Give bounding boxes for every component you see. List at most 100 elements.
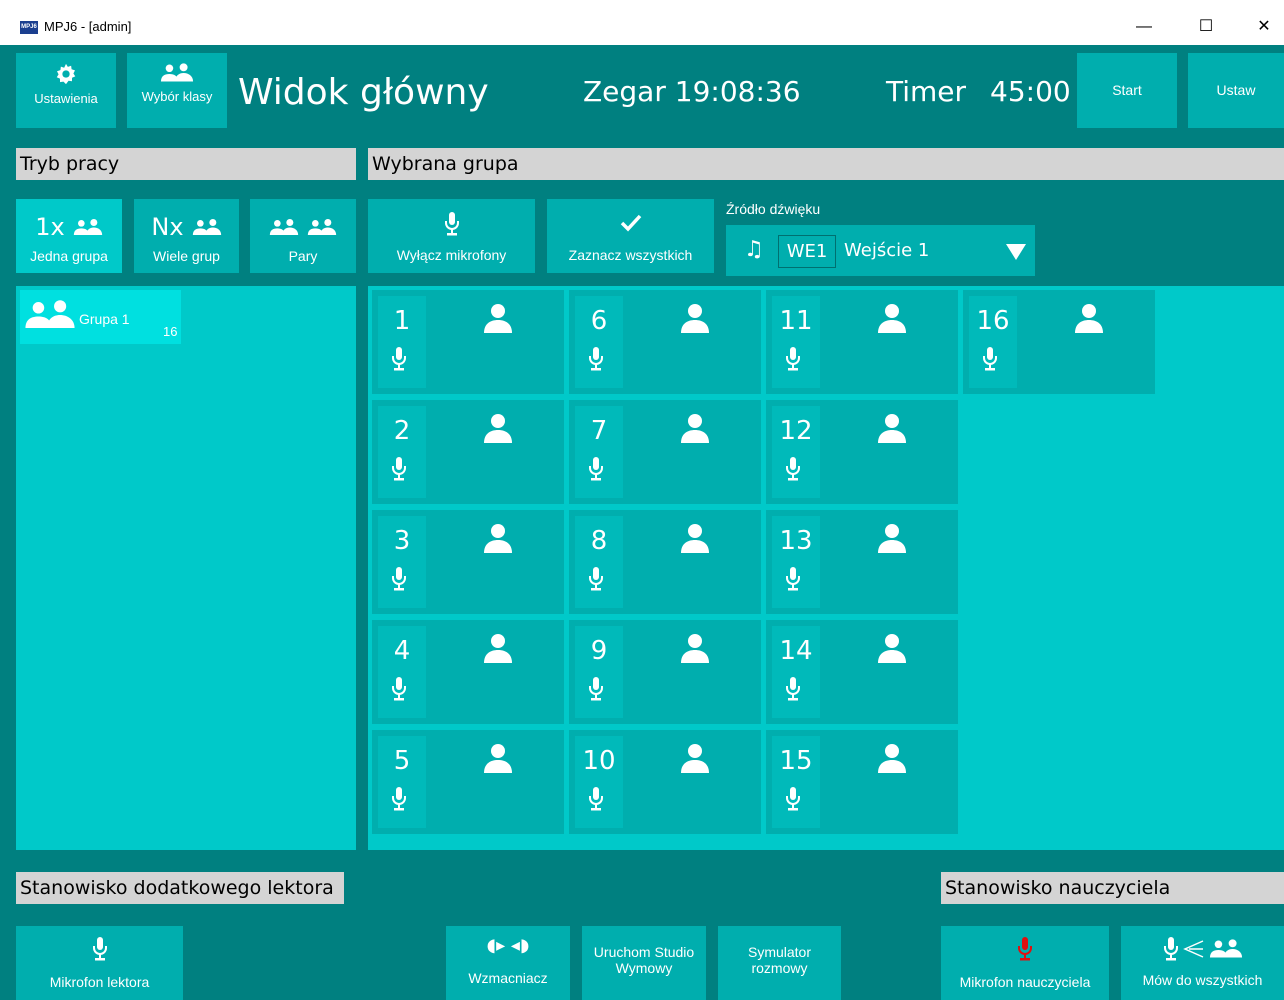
window-titlebar: MPJ6 MPJ6 - [admin] — ☐ ✕ [0, 0, 1284, 45]
mode-multi-group-button[interactable]: Nx Wiele grup [134, 199, 239, 273]
person-icon [679, 742, 711, 774]
student-cell[interactable]: 12 [766, 400, 958, 504]
minimize-button[interactable]: — [1124, 12, 1164, 42]
conversation-simulator-button[interactable]: Symulator rozmowy [718, 926, 841, 1000]
student-cell[interactable]: 6 [569, 290, 761, 394]
person-icon [482, 412, 514, 444]
microphone-icon [588, 456, 604, 482]
mode-prefix: Nx [151, 213, 184, 241]
student-cell[interactable]: 15 [766, 730, 958, 834]
person-icon [876, 742, 908, 774]
microphone-icon [785, 456, 801, 482]
teacher-mic-label: Mikrofon nauczyciela [959, 974, 1091, 990]
close-button[interactable]: ✕ [1244, 12, 1284, 42]
lector-microphone-button[interactable]: Mikrofon lektora [16, 926, 183, 1000]
student-cell[interactable]: 3 [372, 510, 564, 614]
student-grid-panel: 1 2 3 4 5 6 7 8 9 10 11 12 13 14 15 16 [368, 286, 1284, 850]
microphone-icon [444, 211, 460, 237]
run-studio-button[interactable]: Uruchom Studio Wymowy [582, 926, 706, 1000]
student-number: 3 [393, 526, 411, 556]
group-section-header: Wybrana grupa [368, 148, 1284, 180]
teacher-microphone-button[interactable]: Mikrofon nauczyciela [941, 926, 1109, 1000]
users-icon [192, 219, 222, 236]
person-icon [482, 522, 514, 554]
student-number-box: 6 [575, 296, 623, 388]
student-cell[interactable]: 14 [766, 620, 958, 724]
group-list-panel: Grupa 1 16 [16, 286, 356, 850]
class-select-button[interactable]: Wybór klasy [127, 53, 227, 128]
student-cell[interactable]: 1 [372, 290, 564, 394]
mode-pairs-button[interactable]: Pary [250, 199, 356, 273]
student-number-box: 9 [575, 626, 623, 718]
person-icon [679, 632, 711, 664]
set-button[interactable]: Ustaw [1188, 53, 1284, 128]
microphone-icon [391, 566, 407, 592]
microphone-icon [785, 676, 801, 702]
sound-source-code: WE1 [778, 235, 836, 268]
student-number: 1 [393, 306, 411, 336]
mute-microphones-button[interactable]: Wyłącz mikrofony [368, 199, 535, 273]
mute-label: Wyłącz mikrofony [396, 247, 507, 263]
person-icon [482, 302, 514, 334]
microphone-icon [391, 346, 407, 372]
person-icon [876, 632, 908, 664]
maximize-button[interactable]: ☐ [1186, 12, 1226, 42]
users-icon [307, 219, 337, 236]
microphone-icon-red [1018, 937, 1032, 961]
student-number: 4 [393, 636, 411, 666]
person-icon [1073, 302, 1105, 334]
group-name: Grupa 1 [79, 311, 130, 327]
student-cell[interactable]: 16 [963, 290, 1155, 394]
student-number-box: 8 [575, 516, 623, 608]
microphone-icon [588, 566, 604, 592]
person-icon [876, 522, 908, 554]
student-number-box: 7 [575, 406, 623, 498]
student-cell[interactable]: 9 [569, 620, 761, 724]
student-cell[interactable]: 10 [569, 730, 761, 834]
microphone-icon [391, 456, 407, 482]
gear-icon [56, 63, 76, 85]
mode-label: Wiele grup [153, 248, 220, 264]
student-number-box: 14 [772, 626, 820, 718]
student-number: 9 [590, 636, 608, 666]
sound-source-label: Źródło dźwięku [726, 201, 821, 217]
student-cell[interactable]: 7 [569, 400, 761, 504]
student-cell[interactable]: 5 [372, 730, 564, 834]
group-item[interactable]: Grupa 1 16 [20, 290, 181, 344]
checkmark-icon [620, 214, 641, 232]
microphone-icon [391, 786, 407, 812]
speak-to-all-button[interactable]: Mów do wszystkich [1121, 926, 1284, 1000]
student-number-box: 11 [772, 296, 820, 388]
microphone-icon [588, 676, 604, 702]
amplifier-button[interactable]: ◖▸ ◂◗ Wzmacniacz [446, 926, 570, 1000]
student-number: 7 [590, 416, 608, 446]
person-icon [679, 522, 711, 554]
student-cell[interactable]: 13 [766, 510, 958, 614]
mode-label: Pary [288, 248, 318, 264]
window-title: MPJ6 - [admin] [44, 19, 132, 34]
student-cell[interactable]: 2 [372, 400, 564, 504]
student-cell[interactable]: 11 [766, 290, 958, 394]
student-cell[interactable]: 4 [372, 620, 564, 724]
run-studio-label: Uruchom Studio Wymowy [593, 944, 695, 976]
settings-button[interactable]: Ustawienia [16, 53, 116, 128]
page-title: Widok główny [238, 72, 489, 113]
mode-single-group-button[interactable]: 1x Jedna grupa [16, 199, 122, 273]
student-number: 6 [590, 306, 608, 336]
student-number: 10 [582, 746, 616, 776]
users-icon [269, 219, 299, 236]
start-button[interactable]: Start [1077, 53, 1177, 128]
student-cell[interactable]: 8 [569, 510, 761, 614]
broadcast-icon [1182, 940, 1203, 958]
student-number: 15 [779, 746, 813, 776]
student-number: 13 [779, 526, 813, 556]
student-number-box: 10 [575, 736, 623, 828]
timer-label: Timer [886, 75, 967, 108]
student-number-box: 15 [772, 736, 820, 828]
speaker-icon: ◖▸ ◂◗ [486, 935, 530, 956]
person-icon [679, 412, 711, 444]
microphone-icon [391, 676, 407, 702]
sound-source-select[interactable]: ♫ WE1 Wejście 1 [726, 225, 1035, 276]
users-icon [1209, 939, 1243, 959]
select-all-button[interactable]: Zaznacz wszystkich [547, 199, 714, 273]
